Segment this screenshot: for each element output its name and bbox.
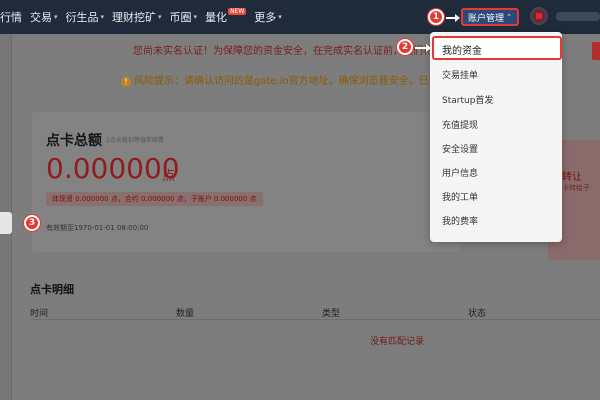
- nav-earn[interactable]: 理财挖矿 ▾: [112, 9, 162, 25]
- step-marker-2: 2: [397, 39, 413, 55]
- menu-item-tickets[interactable]: 我的工单: [442, 190, 478, 203]
- nav-derivatives[interactable]: 衍生品 ▾: [66, 9, 105, 25]
- empty-records-text: 没有匹配记录: [370, 337, 425, 347]
- nav-quant[interactable]: 量化 NEW: [205, 7, 247, 25]
- realname-action-tag[interactable]: [592, 42, 600, 60]
- menu-item-fee-rate[interactable]: 我的费率: [442, 214, 478, 227]
- point-card-amount: 0.000000: [46, 152, 180, 185]
- chevron-down-icon: ▾: [54, 13, 58, 21]
- menu-item-user-info[interactable]: 用户信息: [442, 166, 478, 179]
- account-management-button[interactable]: 账户管理 ⌃: [461, 8, 519, 26]
- column-quantity: 数量: [176, 309, 195, 319]
- nav-market[interactable]: 行情: [0, 9, 22, 25]
- point-card-breakdown: 体现贤 0.000000 点，合约 0.000000 点，子账户 0.00000…: [46, 192, 263, 206]
- new-badge: NEW: [228, 7, 247, 15]
- menu-item-my-funds[interactable]: 我的资金: [432, 36, 562, 60]
- menu-item-deposit-withdraw[interactable]: 充值提现: [442, 118, 478, 131]
- point-card-subtitle: 1点卡抵扣等值手续费: [106, 137, 164, 144]
- column-status: 状态: [468, 309, 487, 319]
- column-time: 时间: [30, 309, 49, 319]
- account-dropdown-menu: 交易挂单 Startup首发 充值提现 安全设置 用户信息 我的工单 我的费率: [430, 32, 562, 242]
- warning-icon: !: [121, 77, 131, 87]
- chevron-down-icon: ▾: [158, 13, 162, 21]
- step-marker-3: 3: [24, 215, 40, 231]
- step-arrow-2: [415, 44, 431, 52]
- point-card-unit: 点: [162, 169, 176, 184]
- chevron-down-icon: ▾: [100, 13, 105, 21]
- step-marker-1: 1: [428, 9, 444, 25]
- chevron-down-icon: ▾: [278, 13, 282, 21]
- account-management-label: 账户管理: [468, 13, 505, 24]
- column-type: 类型: [322, 309, 341, 319]
- username-redacted: [556, 12, 600, 21]
- avatar[interactable]: [530, 7, 548, 25]
- transfer-title: 转让: [562, 172, 582, 183]
- step-arrow-1: [446, 14, 460, 22]
- menu-item-orders[interactable]: 交易挂单: [442, 68, 478, 81]
- point-card-detail-title: 点卡明细: [30, 283, 74, 296]
- chevron-down-icon: ▾: [193, 13, 198, 21]
- detail-table-header: 时间 数量 类型 状态: [30, 306, 600, 320]
- point-card-title: 点卡总额: [46, 133, 102, 149]
- nav-more[interactable]: 更多 ▾: [254, 9, 282, 25]
- chevron-up-icon: ⌃: [506, 13, 512, 21]
- point-card-valid-until: 有效期至1970-01-01 08:00:00: [46, 224, 149, 232]
- menu-item-my-funds-label: 我的资金: [442, 46, 482, 57]
- nav-trade[interactable]: 交易 ▾: [30, 9, 58, 25]
- nav-coin-circle[interactable]: 币圈 ▾: [170, 9, 198, 25]
- sidebar-tab[interactable]: [0, 212, 12, 234]
- menu-item-security[interactable]: 安全设置: [442, 142, 478, 155]
- menu-item-startup[interactable]: Startup首发: [442, 93, 493, 106]
